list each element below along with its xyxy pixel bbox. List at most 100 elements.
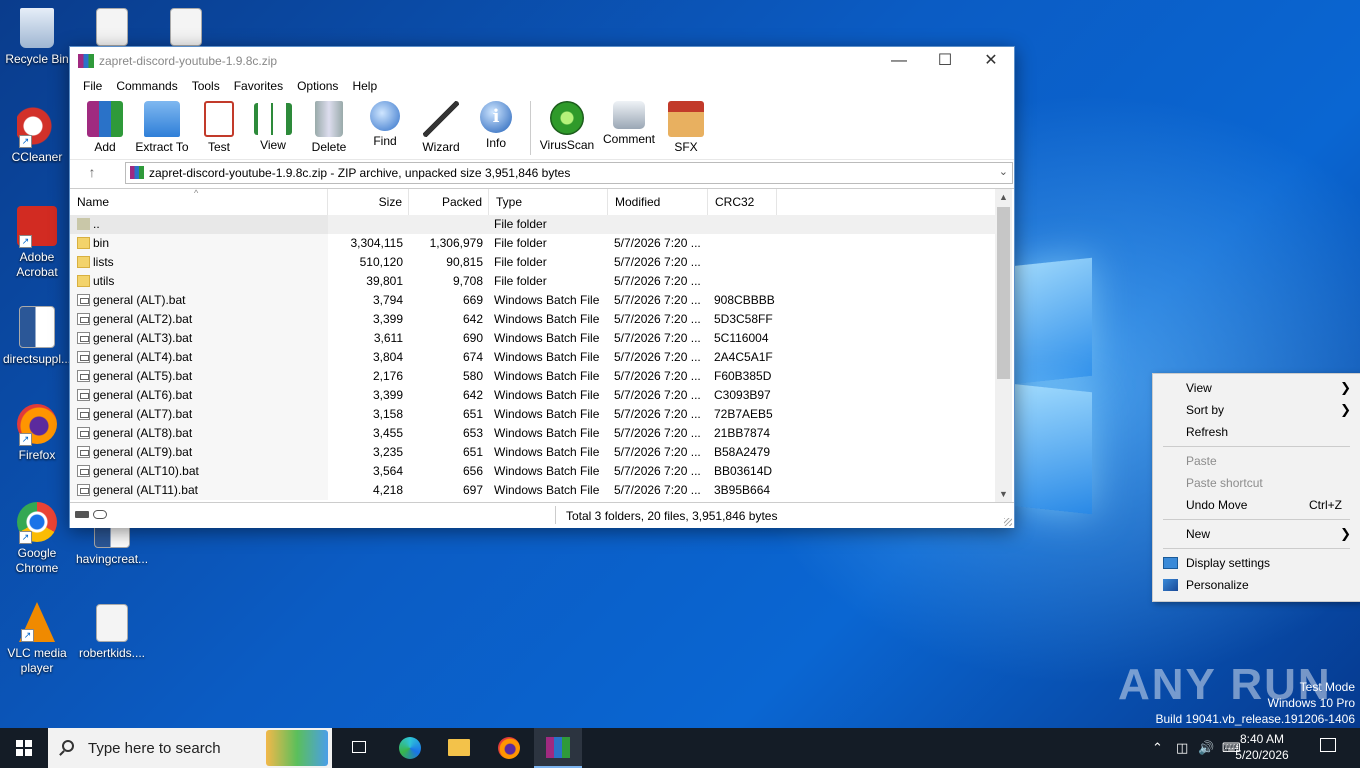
title-bar[interactable]: zapret-discord-youtube-1.9.8c.zip — ☐ ✕: [70, 47, 1014, 75]
column-crc32[interactable]: CRC32: [708, 189, 777, 215]
file-row[interactable]: general (ALT8).bat 3,455 653 Windows Batch …: [70, 424, 995, 443]
menu-item-paste[interactable]: Paste: [1153, 450, 1360, 472]
menu-favorites[interactable]: Favorites: [227, 79, 290, 93]
file-row[interactable]: general (ALT6).bat 3,399 642 Windows Batch …: [70, 386, 995, 405]
taskbar-file-explorer[interactable]: [435, 728, 483, 768]
file-list[interactable]: Name ^ Size Packed Type Modified CRC32 ..…: [70, 188, 1014, 503]
drive-icon[interactable]: [75, 511, 89, 518]
desktop-icon-chrome[interactable]: ↗ Google Chrome: [1, 502, 73, 576]
status-text: Total 3 folders, 20 files, 3,951,846 byt…: [566, 509, 778, 523]
file-row[interactable]: general (ALT2).bat 3,399 642 Windows Batch …: [70, 310, 995, 329]
file-row[interactable]: general (ALT).bat 3,794 669 Windows Batch F…: [70, 291, 995, 310]
network-icon[interactable]: ◫: [1176, 740, 1188, 756]
cell-modified: 5/7/2026 7:20 ...: [614, 464, 701, 478]
file-row[interactable]: general (ALT5).bat 2,176 580 Windows Batch …: [70, 367, 995, 386]
add-archive-icon: [87, 101, 123, 137]
menu-options[interactable]: Options: [290, 79, 345, 93]
winrar-window[interactable]: zapret-discord-youtube-1.9.8c.zip — ☐ ✕ …: [69, 46, 1015, 528]
chevron-up-icon[interactable]: ⌃: [1152, 740, 1163, 756]
taskbar-firefox[interactable]: [485, 728, 533, 768]
sfx-button[interactable]: SFX: [663, 97, 709, 157]
virusscan-button[interactable]: VirusScan: [539, 97, 595, 157]
word-document-icon: [19, 306, 55, 348]
menu-help[interactable]: Help: [345, 79, 384, 93]
volume-icon[interactable]: 🔊: [1198, 740, 1214, 756]
cell-name: general (ALT9).bat: [93, 445, 193, 459]
scroll-up-arrow-icon[interactable]: ▲: [995, 189, 1012, 206]
start-button[interactable]: [0, 728, 48, 768]
test-button[interactable]: Test: [196, 97, 242, 157]
desktop-icon-firefox[interactable]: ↗ Firefox: [1, 404, 73, 463]
menu-commands[interactable]: Commands: [109, 79, 184, 93]
desktop-icon-adobe-acrobat[interactable]: ↗ Adobe Acrobat: [1, 206, 73, 280]
cell-type: Windows Batch File: [494, 293, 600, 307]
scrollbar-thumb[interactable]: [997, 207, 1010, 379]
maximize-button[interactable]: ☐: [922, 47, 968, 75]
close-button[interactable]: ✕: [968, 47, 1014, 75]
menu-file[interactable]: File: [76, 79, 109, 93]
cell-modified: [614, 215, 708, 234]
key-icon[interactable]: [93, 510, 107, 519]
desktop-file-icon[interactable]: [76, 8, 148, 50]
column-size[interactable]: Size: [328, 189, 409, 215]
add-button[interactable]: Add: [82, 97, 128, 157]
file-row[interactable]: lists 510,120 90,815 File folder 5/7/2026 7:…: [70, 253, 995, 272]
vertical-scrollbar[interactable]: ▲ ▼: [995, 189, 1012, 503]
desktop-icon-recycle-bin[interactable]: Recycle Bin: [1, 8, 73, 67]
file-row[interactable]: general (ALT11).bat 4,218 697 Windows Batch…: [70, 481, 995, 500]
cell-name: general (ALT10).bat: [93, 464, 199, 478]
desktop-icon-ccleaner[interactable]: ↗ CCleaner: [1, 106, 73, 165]
file-row[interactable]: general (ALT7).bat 3,158 651 Windows Batch …: [70, 405, 995, 424]
notification-icon[interactable]: [1320, 738, 1336, 752]
view-button[interactable]: View: [248, 97, 298, 157]
file-row[interactable]: .. File folder: [70, 215, 995, 234]
comment-button[interactable]: Comment: [601, 97, 657, 157]
taskbar-edge[interactable]: [386, 728, 434, 768]
image-file-icon: [96, 8, 128, 46]
info-button[interactable]: i Info: [472, 97, 520, 157]
file-row[interactable]: bin 3,304,115 1,306,979 File folder 5/7/2026…: [70, 234, 995, 253]
menu-item-new[interactable]: New ❯: [1153, 523, 1360, 545]
up-arrow-icon[interactable]: ↑: [84, 164, 100, 180]
taskbar-search-box[interactable]: Type here to search: [48, 728, 332, 768]
file-row[interactable]: general (ALT3).bat 3,611 690 Windows Batch …: [70, 329, 995, 348]
taskbar-winrar[interactable]: [534, 728, 582, 768]
desktop-icon-word-doc[interactable]: directsuppl...: [1, 306, 73, 367]
file-row[interactable]: utils 39,801 9,708 File folder 5/7/2026 7:20…: [70, 272, 995, 291]
column-name[interactable]: Name ^: [70, 189, 328, 215]
menu-item-refresh[interactable]: Refresh: [1153, 421, 1360, 443]
chevron-down-icon[interactable]: ⌄: [999, 165, 1008, 178]
menu-item-undo-move[interactable]: Undo Move Ctrl+Z: [1153, 494, 1360, 516]
menu-item-view[interactable]: View ❯: [1153, 377, 1360, 399]
taskbar: Type here to search ⌃ ◫ 🔊 ⌨ 8:40 AM 5/20…: [0, 728, 1360, 768]
desktop-file-icon[interactable]: [150, 8, 222, 50]
menu-item-display-settings[interactable]: Display settings: [1153, 552, 1360, 574]
column-modified[interactable]: Modified: [608, 189, 708, 215]
menu-tools[interactable]: Tools: [185, 79, 227, 93]
file-rows: .. File folder bin 3,304,115 1,306,979 File f…: [70, 215, 995, 500]
task-view-button[interactable]: [336, 728, 384, 768]
edge-icon: [399, 737, 421, 759]
desktop-icon-vlc[interactable]: ↗ VLC media player: [1, 602, 73, 676]
taskbar-clock[interactable]: 8:40 AM 5/20/2026: [1232, 731, 1292, 763]
wizard-button[interactable]: Wizard: [416, 97, 466, 157]
menu-item-sort-by[interactable]: Sort by ❯: [1153, 399, 1360, 421]
file-row[interactable]: general (ALT9).bat 3,235 651 Windows Batch …: [70, 443, 995, 462]
column-type[interactable]: Type: [489, 189, 608, 215]
menu-item-personalize[interactable]: Personalize: [1153, 574, 1360, 596]
menu-item-paste-shortcut[interactable]: Paste shortcut: [1153, 472, 1360, 494]
desktop-file-icon[interactable]: robertkids....: [76, 604, 148, 661]
resize-grip-icon[interactable]: [1004, 518, 1012, 526]
cell-crc: F60B385D: [714, 369, 772, 383]
file-row[interactable]: general (ALT4).bat 3,804 674 Windows Batch …: [70, 348, 995, 367]
file-row[interactable]: general (ALT10).bat 3,564 656 Windows Batch…: [70, 462, 995, 481]
find-button[interactable]: Find: [360, 97, 410, 157]
cell-type: Windows Batch File: [494, 483, 600, 497]
scroll-down-arrow-icon[interactable]: ▼: [995, 486, 1012, 503]
extract-to-button[interactable]: Extract To: [134, 97, 190, 157]
delete-button[interactable]: Delete: [304, 97, 354, 157]
cell-crc: 2A4C5A1F: [714, 350, 773, 364]
minimize-button[interactable]: —: [876, 47, 922, 75]
address-bar[interactable]: zapret-discord-youtube-1.9.8c.zip - ZIP …: [125, 162, 1013, 184]
column-packed[interactable]: Packed: [409, 189, 489, 215]
